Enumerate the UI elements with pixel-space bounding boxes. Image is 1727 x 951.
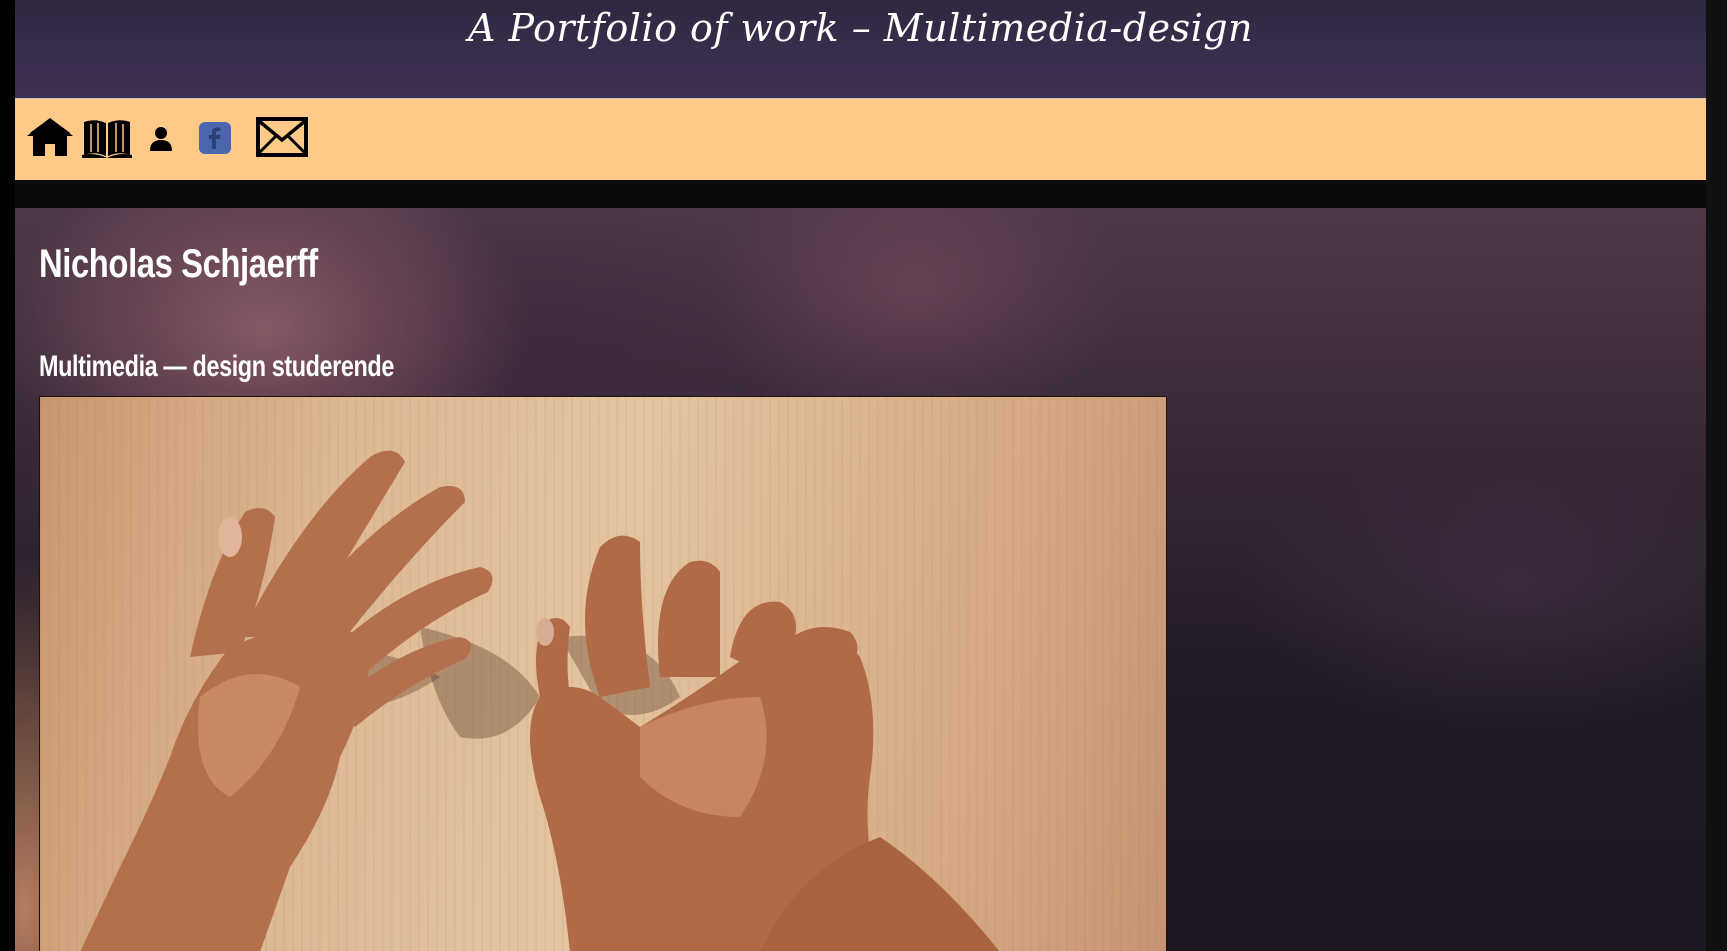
user-icon[interactable] [147,125,175,153]
hands-photo [39,396,1167,951]
mail-icon[interactable] [256,116,308,158]
site-header: A Portfolio of work – Multimedia-design [15,0,1706,99]
site-title: A Portfolio of work – Multimedia-design [467,6,1254,50]
separator-strip [15,180,1706,208]
subtitle-heading: Multimedia — design studerende [39,350,394,383]
scrollbar-gutter[interactable] [1706,0,1727,951]
left-gutter [0,0,15,951]
home-icon[interactable] [25,116,75,160]
facebook-icon[interactable] [198,121,232,155]
name-heading: Nicholas Schjaerff [39,242,318,286]
book-icon[interactable] [81,116,133,160]
page: A Portfolio of work – Multimedia-design [15,0,1706,951]
nav-bar [15,99,1706,180]
hero-section: Nicholas Schjaerff Multimedia — design s… [15,208,1706,951]
